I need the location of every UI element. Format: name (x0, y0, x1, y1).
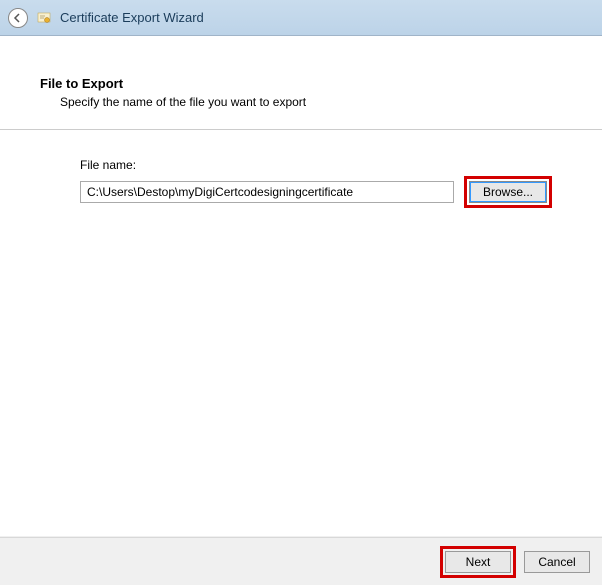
page-subheading: Specify the name of the file you want to… (60, 95, 562, 109)
next-button[interactable]: Next (445, 551, 511, 573)
browse-button[interactable]: Browse... (469, 181, 547, 203)
footer: Next Cancel (0, 537, 602, 585)
content-area: File to Export Specify the name of the f… (0, 36, 602, 536)
browse-highlight: Browse... (464, 176, 552, 208)
file-field-row: File name: Browse... (80, 158, 562, 208)
filename-input[interactable] (80, 181, 454, 203)
window-title: Certificate Export Wizard (60, 10, 204, 25)
title-bar: Certificate Export Wizard (0, 0, 602, 36)
cancel-button[interactable]: Cancel (524, 551, 590, 573)
filename-label: File name: (80, 158, 562, 172)
back-button[interactable] (8, 8, 28, 28)
input-row: Browse... (80, 176, 562, 208)
separator (0, 129, 602, 130)
back-arrow-icon (13, 13, 23, 23)
page-heading: File to Export (40, 76, 562, 91)
certificate-icon (36, 10, 52, 26)
next-highlight: Next (440, 546, 516, 578)
